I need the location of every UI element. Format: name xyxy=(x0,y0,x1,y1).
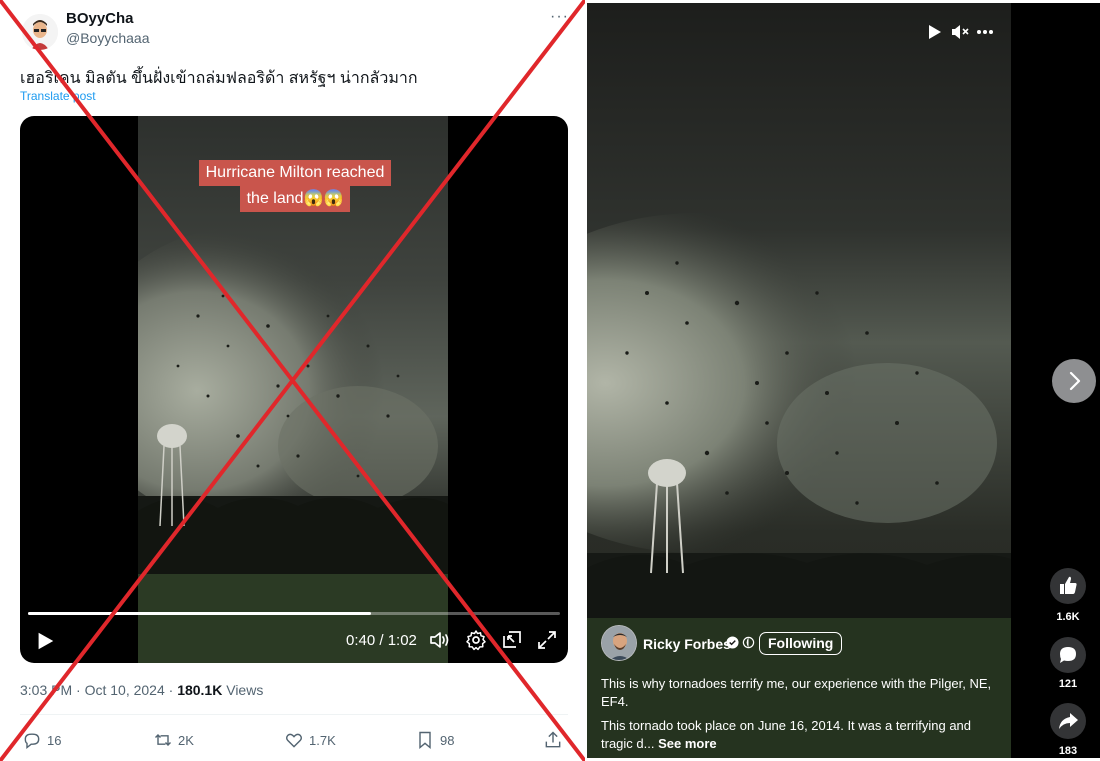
like-button[interactable]: 1.7K xyxy=(284,729,336,751)
video-time: 0:40 / 1:02 xyxy=(346,632,417,649)
reply-count: 16 xyxy=(47,732,62,748)
repost-icon xyxy=(154,733,172,747)
play-icon[interactable] xyxy=(927,21,943,43)
verified-badge-icon xyxy=(726,636,739,649)
picture-in-picture-icon[interactable] xyxy=(500,628,524,652)
author-handle[interactable]: @Boyychaaa xyxy=(66,30,149,46)
bookmark-button[interactable]: 98 xyxy=(415,729,454,751)
reel-like-count: 1.6K xyxy=(1056,611,1080,623)
translate-post-link[interactable]: Translate post xyxy=(20,89,96,103)
thumbs-up-icon xyxy=(1060,576,1077,594)
reel-author-avatar[interactable] xyxy=(601,625,637,661)
heart-icon xyxy=(286,733,302,748)
tweet-text: เฮอริเคน มิลตัน ขึ้นฝั่งเข้าถล่มฟลอริด้า… xyxy=(20,70,418,87)
video-progress-bar[interactable] xyxy=(28,612,560,615)
views-label: Views xyxy=(222,682,264,698)
like-count: 1.7K xyxy=(309,732,336,748)
share-icon xyxy=(545,731,561,748)
author-name[interactable]: BOyyCha xyxy=(66,10,134,27)
reel-share-count: 183 xyxy=(1058,745,1078,757)
caption-line-1: Hurricane Milton reached xyxy=(198,160,392,186)
repost-button[interactable]: 2K xyxy=(153,729,194,751)
chevron-right-icon xyxy=(1069,371,1081,391)
more-options-icon[interactable] xyxy=(975,21,995,43)
tweet-timestamp[interactable]: 3:03 PM · Oct 10, 2024 · xyxy=(20,682,177,698)
reel-comment-button[interactable] xyxy=(1050,637,1086,673)
tweet-timestamp-views: 3:03 PM · Oct 10, 2024 · 180.1K Views xyxy=(20,682,263,698)
more-options-button[interactable]: ··· xyxy=(550,8,569,26)
caption-line-2: the land😱😱 xyxy=(239,186,351,212)
comment-icon xyxy=(1060,647,1076,663)
settings-gear-icon[interactable] xyxy=(464,628,488,652)
next-reel-button[interactable] xyxy=(1052,359,1096,403)
reply-button[interactable]: 16 xyxy=(22,729,61,751)
reel-video-player[interactable]: Ricky Forbes Following This is why torna… xyxy=(587,3,1011,758)
reel-share-button[interactable] xyxy=(1050,703,1086,739)
divider xyxy=(20,714,568,715)
reel-comment-count: 121 xyxy=(1058,678,1078,690)
reel-description: This is why tornadoes terrify me, our ex… xyxy=(601,676,992,709)
reel-author-name[interactable]: Ricky Forbes xyxy=(643,636,731,652)
see-more-link[interactable]: See more xyxy=(654,736,717,751)
reel-like-button[interactable] xyxy=(1050,568,1086,604)
muted-volume-icon[interactable] xyxy=(951,21,971,43)
share-button[interactable] xyxy=(543,729,563,751)
tweet-video-player[interactable]: Hurricane Milton reached the land😱😱 0:40… xyxy=(20,116,568,663)
share-arrow-icon xyxy=(1059,713,1078,729)
repost-count: 2K xyxy=(178,732,194,748)
volume-icon[interactable] xyxy=(428,628,452,652)
globe-icon xyxy=(742,636,755,649)
reel-description-more: This tornado took place on June 16, 2014… xyxy=(601,717,1001,753)
fullscreen-expand-icon[interactable] xyxy=(535,628,559,652)
following-button[interactable]: Following xyxy=(759,632,843,655)
bookmark-icon xyxy=(419,731,431,750)
video-progress-fill xyxy=(28,612,372,615)
video-caption-overlay: Hurricane Milton reached the land😱😱 xyxy=(186,160,404,212)
bookmark-count: 98 xyxy=(440,732,455,748)
reel-panel: Ricky Forbes Following This is why torna… xyxy=(587,0,1100,761)
tweet-card: BOyyCha @Boyychaaa ··· เฮอริเคน มิลตัน ข… xyxy=(0,0,585,761)
author-avatar[interactable] xyxy=(22,14,58,50)
reply-icon xyxy=(24,733,40,749)
view-count: 180.1K xyxy=(177,682,223,698)
play-icon[interactable] xyxy=(34,630,56,652)
